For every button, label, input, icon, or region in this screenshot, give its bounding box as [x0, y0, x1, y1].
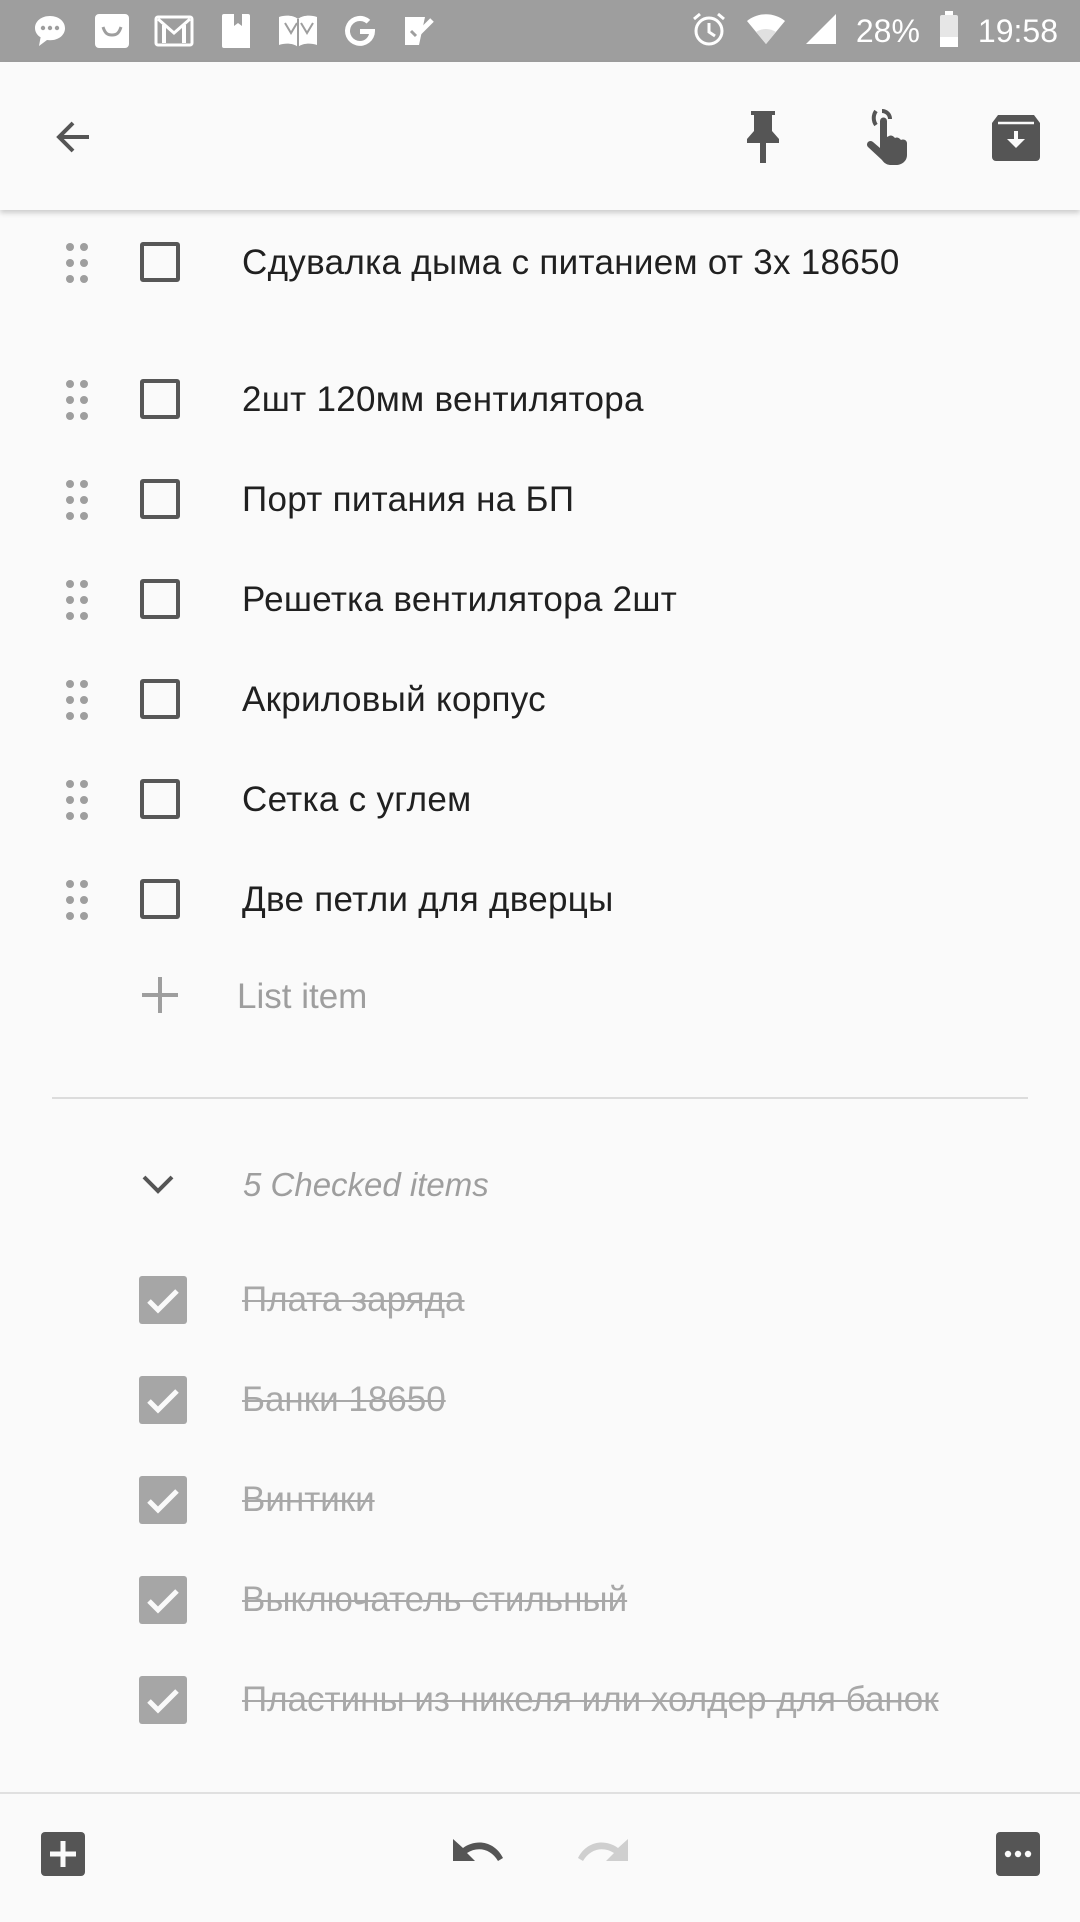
- app-toolbar: [0, 62, 1080, 210]
- bottom-bar: [0, 1792, 1080, 1922]
- item-text[interactable]: Акриловый корпус: [242, 673, 942, 726]
- redo-button[interactable]: [573, 1824, 633, 1884]
- google-icon: [338, 9, 382, 53]
- system-indicators: 28% 19:58: [690, 0, 1058, 62]
- item-text[interactable]: Две петли для дверцы: [242, 873, 942, 926]
- more-icon: [996, 1832, 1040, 1876]
- smile-bag-icon: [90, 9, 134, 53]
- item-checkbox[interactable]: [140, 379, 180, 419]
- checked-items-toggle[interactable]: 5 Checked items: [0, 1145, 1080, 1225]
- add-button[interactable]: [33, 1824, 93, 1884]
- reminder-button[interactable]: [853, 102, 923, 172]
- item-text[interactable]: 2шт 120мм вентилятора: [242, 373, 942, 426]
- clock: 19:58: [977, 12, 1058, 49]
- checkmark-app-icon: [400, 9, 444, 53]
- chevron-down-icon: [142, 1175, 174, 1194]
- item-text[interactable]: Решетка вентилятора 2шт: [242, 573, 942, 626]
- drag-handle-icon[interactable]: [62, 378, 92, 422]
- item-checkbox[interactable]: [140, 579, 180, 619]
- pin-icon: [747, 111, 779, 163]
- drag-handle-icon[interactable]: [62, 578, 92, 622]
- item-text[interactable]: Банки 18650: [242, 1373, 942, 1426]
- more-options-button[interactable]: [988, 1824, 1048, 1884]
- checked-checkbox-icon[interactable]: [139, 1476, 187, 1524]
- checked-checkbox-icon[interactable]: [139, 1376, 187, 1424]
- item-text[interactable]: Винтики: [242, 1473, 942, 1526]
- checked-checkbox-icon[interactable]: [139, 1576, 187, 1624]
- item-checkbox[interactable]: [140, 242, 180, 282]
- back-arrow-icon: [56, 121, 89, 153]
- drag-handle-icon[interactable]: [62, 241, 92, 285]
- plus-icon: [142, 977, 178, 1013]
- redo-icon: [578, 1839, 628, 1861]
- alarm-icon: [690, 10, 728, 53]
- signal-icon: [804, 12, 838, 51]
- reminder-icon: [866, 109, 907, 165]
- archive-icon: [992, 115, 1040, 161]
- battery-icon: [938, 10, 960, 53]
- add-list-item[interactable]: List item: [0, 957, 1080, 1037]
- item-text[interactable]: Сетка с углем: [242, 773, 942, 826]
- gmail-icon: [152, 9, 196, 53]
- back-button[interactable]: [38, 102, 108, 172]
- chat-bubble-icon: [28, 9, 72, 53]
- item-text[interactable]: Сдувалка дыма с питанием от 3х 18650: [242, 236, 942, 289]
- section-divider: [52, 1097, 1028, 1099]
- wifi-icon: [746, 12, 786, 51]
- drag-handle-icon[interactable]: [62, 878, 92, 922]
- drag-handle-icon[interactable]: [62, 478, 92, 522]
- item-checkbox[interactable]: [140, 679, 180, 719]
- item-text[interactable]: Выключатель стильный: [242, 1573, 942, 1626]
- battery-percent: 28%: [855, 12, 920, 49]
- drag-handle-icon[interactable]: [62, 778, 92, 822]
- item-text[interactable]: Пластины из никеля или холдер для банок: [242, 1673, 942, 1726]
- item-text[interactable]: Порт питания на БП: [242, 473, 942, 526]
- item-checkbox[interactable]: [140, 879, 180, 919]
- undo-button[interactable]: [448, 1824, 508, 1884]
- undo-icon: [453, 1839, 503, 1861]
- item-text[interactable]: Плата заряда: [242, 1273, 942, 1326]
- item-checkbox[interactable]: [140, 779, 180, 819]
- bookmark-icon: [214, 9, 258, 53]
- item-checkbox[interactable]: [140, 479, 180, 519]
- status-bar: 28% 19:58: [0, 0, 1080, 62]
- archive-button[interactable]: [981, 102, 1051, 172]
- checked-checkbox-icon[interactable]: [139, 1676, 187, 1724]
- checked-items-count: 5 Checked items: [243, 1166, 489, 1203]
- book-icon: [276, 9, 320, 53]
- list-item-placeholder[interactable]: List item: [237, 957, 367, 1037]
- notification-icons: [28, 0, 444, 62]
- drag-handle-icon[interactable]: [62, 678, 92, 722]
- checked-checkbox-icon[interactable]: [139, 1276, 187, 1324]
- pin-button[interactable]: [728, 102, 798, 172]
- add-box-icon: [41, 1832, 85, 1876]
